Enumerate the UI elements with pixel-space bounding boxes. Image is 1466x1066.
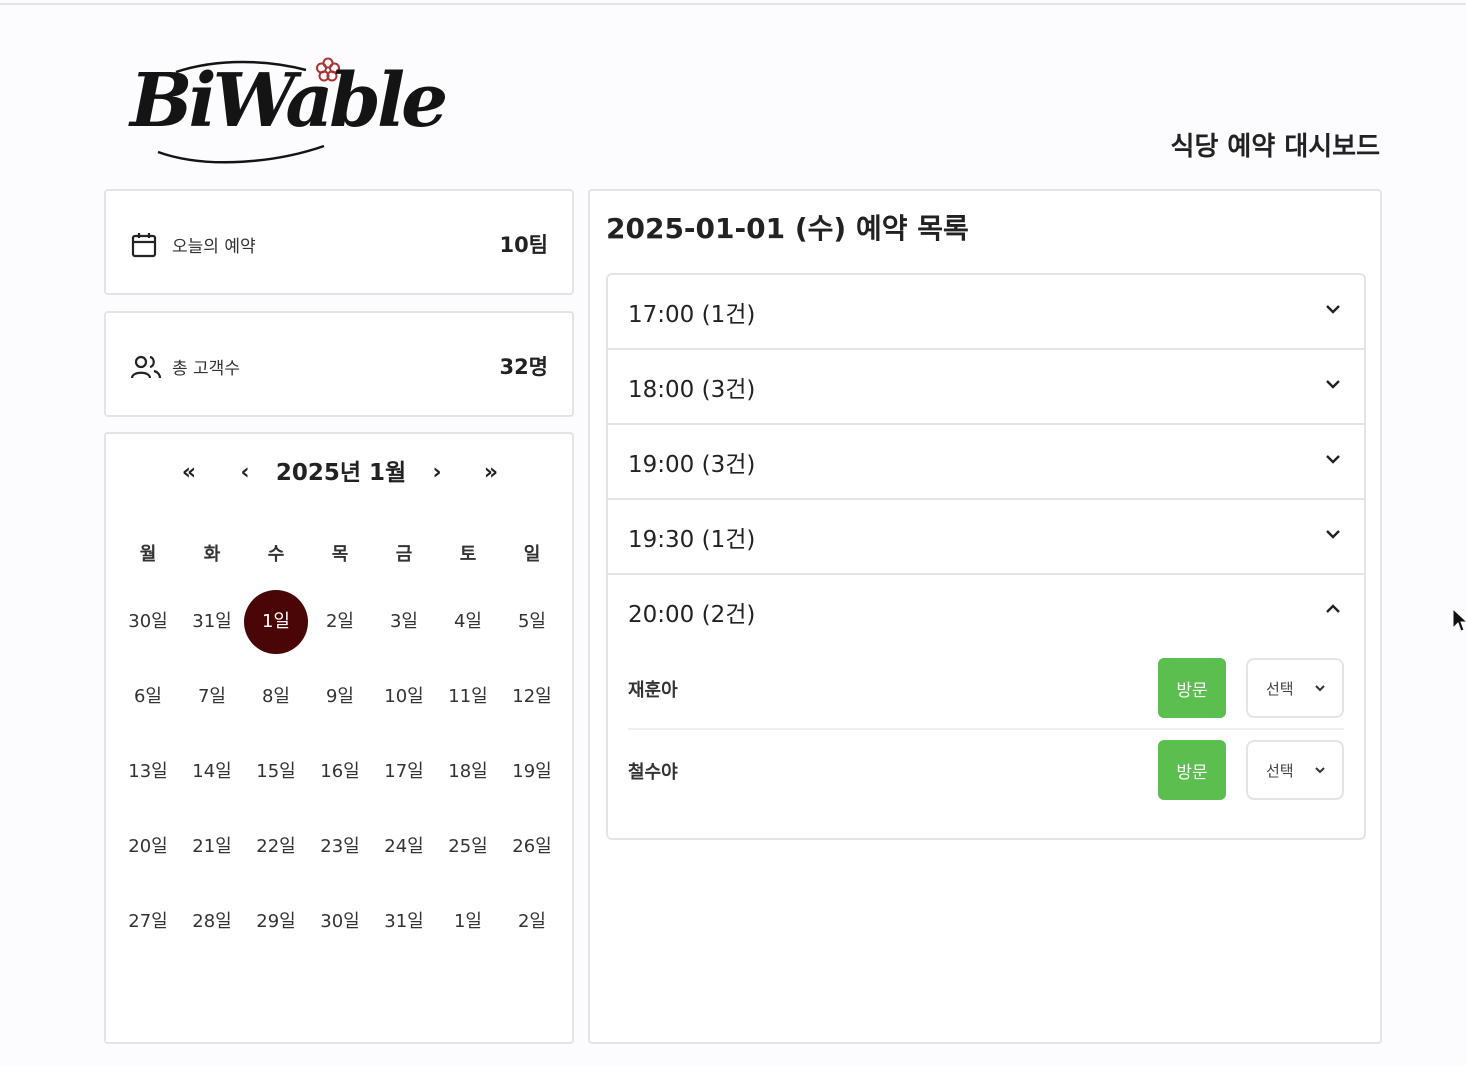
calendar-day[interactable]: 29일: [244, 890, 308, 954]
calendar-day[interactable]: 8일: [244, 665, 308, 729]
time-slot-label: 19:00 (3건): [628, 452, 756, 478]
status-select-value: 선택: [1266, 680, 1294, 698]
calendar-day[interactable]: 18일: [436, 740, 500, 804]
time-slot-label: 20:00 (2건): [628, 602, 756, 628]
time-slot: 19:00 (3건): [608, 425, 1364, 500]
calendar-day[interactable]: 31일: [372, 890, 436, 954]
guest-name: 철수야: [628, 762, 678, 783]
calendar-icon: [131, 233, 157, 258]
time-slot-label: 19:30 (1건): [628, 527, 756, 553]
chevron-down-icon: [1315, 767, 1325, 774]
time-slot-header[interactable]: 19:00 (3건): [608, 425, 1364, 498]
chevron-down-icon: [1326, 455, 1340, 464]
calendar-day[interactable]: 31일: [180, 590, 244, 654]
stat-value: 32명: [499, 355, 548, 379]
chevron-up-icon: [1326, 604, 1340, 613]
next-year-button[interactable]: »: [476, 456, 506, 490]
reservation-list-title: 2025-01-01 (수) 예약 목록: [606, 212, 969, 245]
calendar-day[interactable]: 30일: [116, 590, 180, 654]
time-slot: 20:00 (2건) 재훈아 방문 선택 철수야 방문 선택: [608, 575, 1364, 838]
chevron-down-icon: [1326, 305, 1340, 314]
page-title: 식당 예약 대시보드: [1170, 132, 1380, 162]
brand-logo: BiWable: [128, 52, 448, 170]
logo-wordmark: BiWable: [130, 58, 448, 144]
calendar-day[interactable]: 1일: [436, 890, 500, 954]
calendar-day[interactable]: 3일: [372, 590, 436, 654]
stat-card-today-reservations: 오늘의 예약 10팀: [104, 189, 574, 295]
chevron-down-icon: [1326, 380, 1340, 389]
calendar-day[interactable]: 9일: [308, 665, 372, 729]
time-slot-header[interactable]: 20:00 (2건): [608, 575, 1364, 648]
calendar-day[interactable]: 15일: [244, 740, 308, 804]
visit-button[interactable]: 방문: [1158, 740, 1226, 800]
calendar-day[interactable]: 5일: [500, 590, 564, 654]
next-month-button[interactable]: ›: [422, 456, 452, 490]
calendar-day[interactable]: 23일: [308, 815, 372, 879]
weekday-header: 토: [459, 544, 477, 565]
calendar-day[interactable]: 24일: [372, 815, 436, 879]
prev-year-button[interactable]: «: [174, 456, 204, 490]
calendar-day-selected[interactable]: 1일: [244, 590, 308, 654]
time-slot-label: 17:00 (1건): [628, 302, 756, 328]
calendar-day[interactable]: 11일: [436, 665, 500, 729]
status-select-value: 선택: [1266, 762, 1294, 780]
weekday-header: 일: [523, 544, 541, 565]
time-slot: 19:30 (1건): [608, 500, 1364, 575]
calendar-day[interactable]: 27일: [116, 890, 180, 954]
calendar-day[interactable]: 14일: [180, 740, 244, 804]
calendar-day[interactable]: 20일: [116, 815, 180, 879]
chevron-down-icon: [1315, 685, 1325, 692]
prev-month-button[interactable]: ‹: [230, 456, 260, 490]
visit-button[interactable]: 방문: [1158, 658, 1226, 718]
calendar-day[interactable]: 25일: [436, 815, 500, 879]
calendar-day[interactable]: 4일: [436, 590, 500, 654]
status-select[interactable]: 선택: [1246, 658, 1344, 718]
time-slot-body: 재훈아 방문 선택 철수야 방문 선택: [608, 648, 1364, 838]
time-slot: 18:00 (3건): [608, 350, 1364, 425]
reservation-row: 철수야 방문 선택: [628, 730, 1344, 810]
calendar-day[interactable]: 16일: [308, 740, 372, 804]
calendar-day[interactable]: 26일: [500, 815, 564, 879]
calendar: « ‹ 2025년 1월 › » 월 화 수 목 금 토 일 30일 31일 1일 2일 3일 4일 5일…: [104, 432, 574, 1044]
time-slot: 17:00 (1건): [608, 275, 1364, 350]
top-divider: [0, 3, 1466, 5]
users-icon: [130, 355, 162, 379]
weekday-header: 목: [331, 544, 349, 565]
stat-value: 10팀: [499, 233, 548, 257]
calendar-day[interactable]: 6일: [116, 665, 180, 729]
status-select[interactable]: 선택: [1246, 740, 1344, 800]
calendar-day[interactable]: 30일: [308, 890, 372, 954]
calendar-day[interactable]: 2일: [308, 590, 372, 654]
calendar-day[interactable]: 28일: [180, 890, 244, 954]
calendar-day[interactable]: 12일: [500, 665, 564, 729]
mouse-cursor-icon: [1452, 608, 1466, 632]
calendar-day[interactable]: 7일: [180, 665, 244, 729]
stat-label: 오늘의 예약: [172, 237, 256, 257]
calendar-day[interactable]: 22일: [244, 815, 308, 879]
calendar-day[interactable]: 2일: [500, 890, 564, 954]
weekday-header: 월: [139, 544, 157, 565]
weekday-header: 수: [267, 544, 285, 565]
calendar-day[interactable]: 10일: [372, 665, 436, 729]
calendar-day[interactable]: 17일: [372, 740, 436, 804]
time-slot-label: 18:00 (3건): [628, 377, 756, 403]
chevron-down-icon: [1326, 530, 1340, 539]
weekday-header: 화: [203, 544, 221, 565]
time-slot-header[interactable]: 19:30 (1건): [608, 500, 1364, 573]
time-slot-header[interactable]: 18:00 (3건): [608, 350, 1364, 423]
time-slot-header[interactable]: 17:00 (1건): [608, 275, 1364, 348]
calendar-day[interactable]: 21일: [180, 815, 244, 879]
calendar-day[interactable]: 13일: [116, 740, 180, 804]
stat-label: 총 고객수: [172, 359, 240, 379]
stat-card-total-customers: 총 고객수 32명: [104, 311, 574, 417]
weekday-header: 금: [395, 544, 413, 565]
reservation-panel: 2025-01-01 (수) 예약 목록 17:00 (1건) 18:00 (3건…: [588, 189, 1382, 1044]
calendar-day[interactable]: 19일: [500, 740, 564, 804]
reservation-row: 재훈아 방문 선택: [628, 648, 1344, 730]
calendar-title: 2025년 1월: [275, 460, 407, 486]
time-slot-accordion: 17:00 (1건) 18:00 (3건) 19:00 (3건) 19:30 (1건)…: [606, 273, 1366, 840]
guest-name: 재훈아: [628, 680, 678, 701]
